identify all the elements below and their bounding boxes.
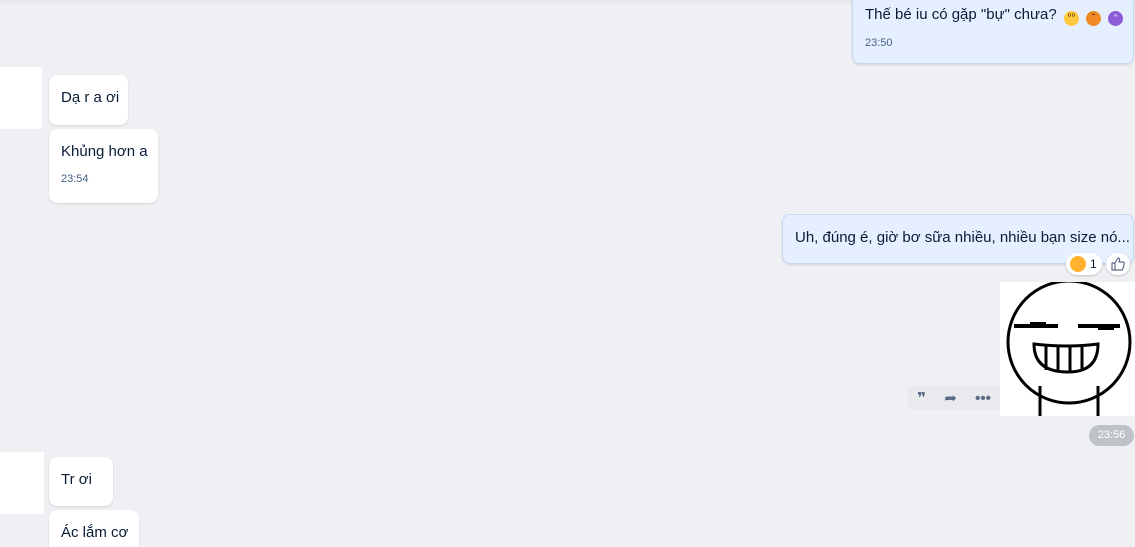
message-text: Thế bé iu có gặp "bự" chưa?: [865, 6, 1057, 23]
hot-face-emoji: ˘: [1086, 11, 1102, 26]
message-bubble-incoming[interactable]: Tr ơi: [49, 457, 113, 506]
message-time: 23:54: [61, 173, 89, 185]
message-action-toolbar: ❞ ➦ •••: [908, 386, 1000, 410]
quote-icon[interactable]: ❞: [917, 389, 926, 407]
sticker-image[interactable]: [1000, 282, 1135, 416]
avatar[interactable]: [0, 452, 44, 514]
message-text: Tr ơi: [61, 471, 92, 488]
message-text: Ác lắm cơ: [61, 524, 129, 541]
message-bubble-incoming[interactable]: Ác lắm cơ: [49, 510, 139, 547]
laughing-face-icon: [1070, 256, 1086, 272]
reaction-count: 1: [1090, 257, 1097, 271]
forward-icon[interactable]: ➦: [944, 389, 957, 407]
message-text: Khủng hơn a: [61, 143, 148, 160]
message-time: 23:50: [865, 37, 893, 49]
message-bubble-incoming[interactable]: Khủng hơn a 23:54: [49, 129, 158, 203]
smiling-devil-emoji: ᵔ: [1108, 11, 1124, 26]
message-bubble-incoming[interactable]: Dạ r a ơi: [49, 75, 128, 125]
message-text: Uh, đúng é, giờ bơ sữa nhiều, nhiều bạn …: [795, 229, 1130, 246]
chat-window: Thế bé iu có gặp "bự" chưa? °° ˘ ᵔ 23:50…: [0, 0, 1135, 547]
avatar[interactable]: [0, 67, 42, 129]
flushed-face-emoji: °°: [1063, 11, 1079, 26]
message-text: Dạ r a ơi: [61, 89, 120, 106]
like-button[interactable]: [1106, 253, 1130, 275]
thumbs-up-icon: [1111, 257, 1125, 271]
message-bubble-outgoing[interactable]: Thế bé iu có gặp "bự" chưa? °° ˘ ᵔ 23:50: [852, 0, 1134, 64]
more-icon[interactable]: •••: [975, 390, 991, 407]
message-time: 23:56: [1089, 425, 1134, 446]
reaction-badge[interactable]: 1: [1066, 253, 1102, 275]
